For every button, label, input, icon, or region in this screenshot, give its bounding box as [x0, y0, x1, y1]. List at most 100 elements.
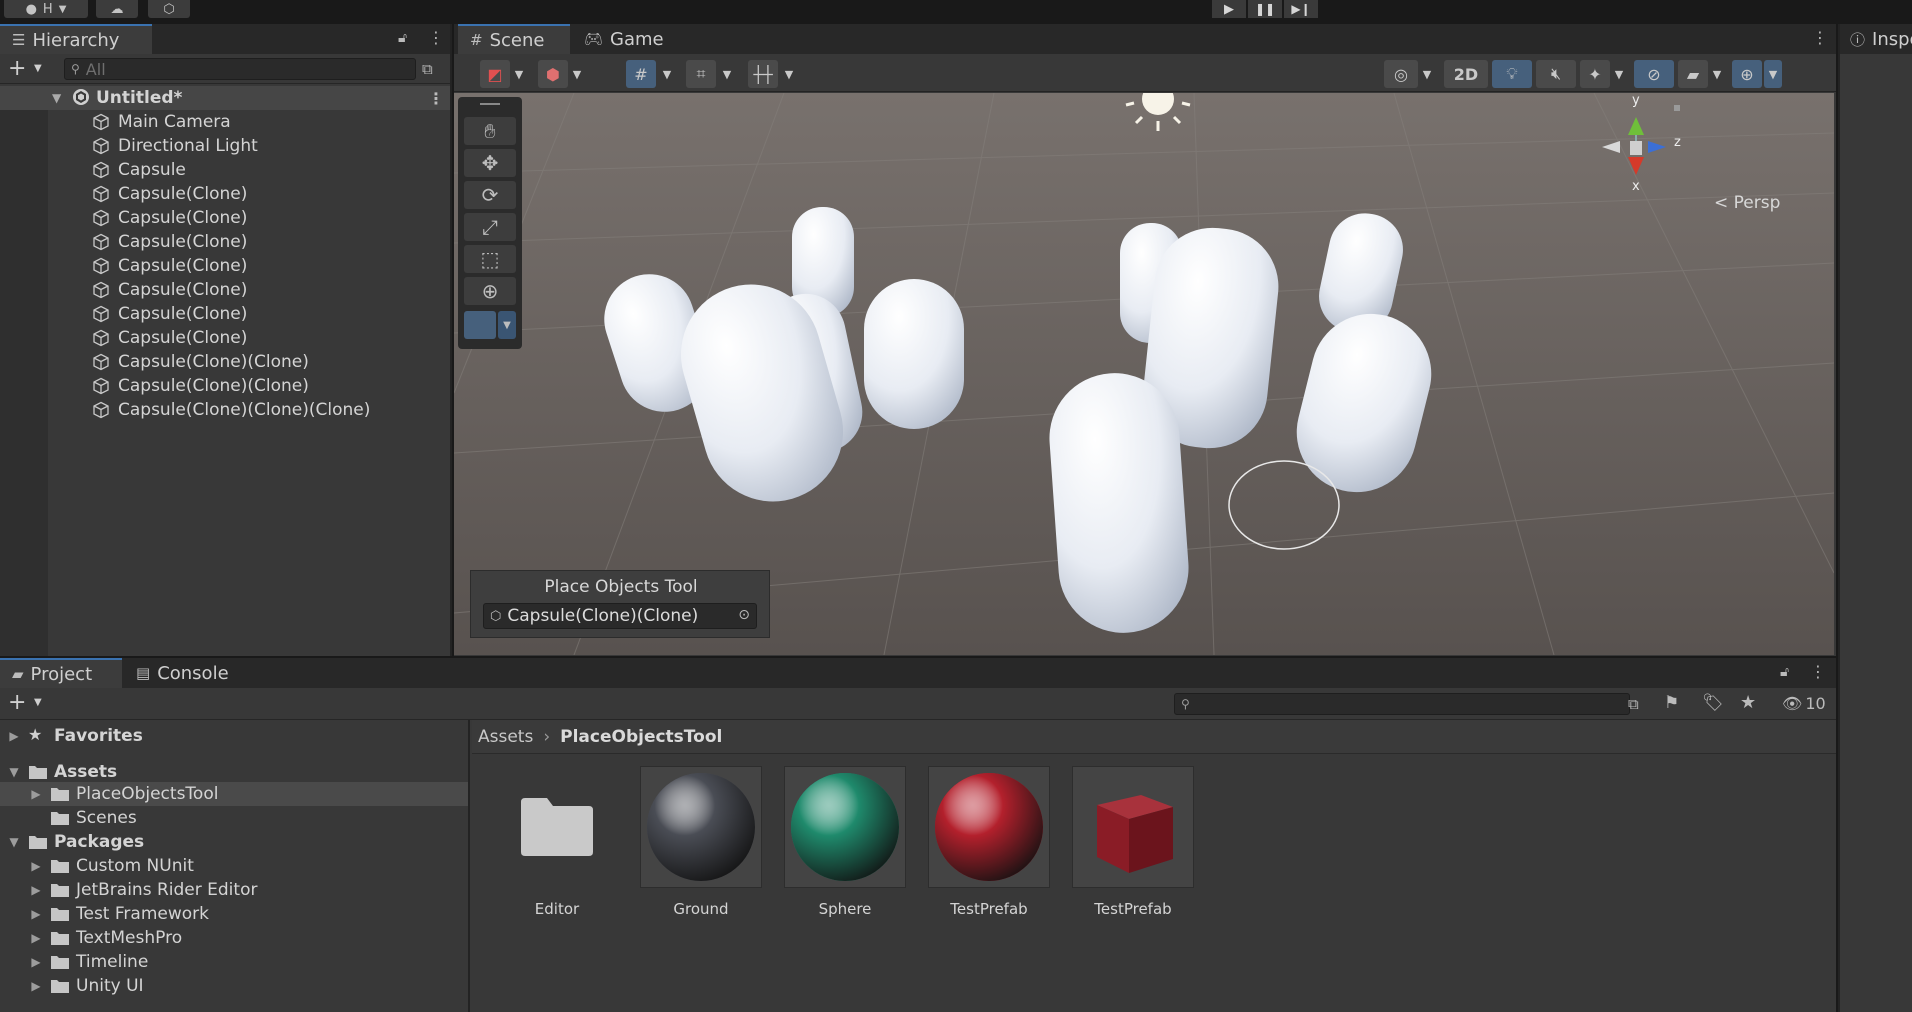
object-picker-icon[interactable]: ⊙ — [738, 607, 750, 623]
tab-console[interactable]: ▤ Console — [124, 658, 248, 688]
lock-icon[interactable]: 🔓︎ — [398, 30, 407, 46]
hand-tool-button[interactable]: ✋︎ — [464, 117, 516, 145]
expand-arrow-icon[interactable]: ▼ — [52, 91, 61, 105]
effects-button[interactable]: ✦ — [1580, 60, 1610, 88]
cloud-button[interactable]: ☁ — [96, 0, 138, 18]
step-button[interactable]: ▶❙ — [1284, 0, 1318, 18]
hierarchy-item[interactable]: Capsule — [0, 158, 450, 182]
tree-item[interactable]: ▼ Packages — [0, 830, 468, 854]
hierarchy-item[interactable]: Main Camera — [0, 110, 450, 134]
hierarchy-item[interactable]: Capsule(Clone) — [0, 278, 450, 302]
tree-item[interactable]: ▶ Unity UI — [0, 974, 468, 998]
tree-item[interactable]: ▶ TextMeshPro — [0, 926, 468, 950]
orientation-gizmo[interactable]: y z x — [1594, 93, 1714, 213]
hierarchy-item[interactable]: Capsule(Clone)(Clone) — [0, 350, 450, 374]
account-button[interactable]: ● H ▼ — [4, 0, 88, 18]
collab-button[interactable]: ⬡ — [148, 0, 190, 18]
scale-tool-button[interactable]: ⤢ — [464, 213, 516, 241]
ruler-button[interactable]: ┼┼ — [748, 60, 778, 88]
collapsed-arrow-icon[interactable]: ▶ — [6, 729, 22, 743]
favorite-star-icon[interactable]: ★ — [1740, 692, 1756, 713]
drag-handle[interactable] — [480, 103, 500, 105]
shading-button[interactable]: ◎ — [1384, 60, 1418, 88]
project-search-input[interactable]: ⚲ — [1174, 693, 1630, 715]
tree-item[interactable]: ▼ Assets — [0, 760, 468, 784]
collapsed-arrow-icon[interactable]: ▶ — [28, 859, 44, 873]
render-mode-button[interactable]: ⬢ — [538, 60, 568, 88]
more-options-icon[interactable]: ⋮ — [1810, 662, 1826, 681]
search-by-type-icon[interactable]: ⧉ — [422, 60, 433, 78]
tree-item[interactable]: ▶ JetBrains Rider Editor — [0, 878, 468, 902]
asset-tile[interactable]: Ground — [640, 766, 762, 918]
hierarchy-item[interactable]: Capsule(Clone) — [0, 182, 450, 206]
add-icon[interactable]: + — [8, 56, 26, 81]
grid-snapping-dropdown[interactable]: ▼ — [658, 60, 676, 88]
lighting-button[interactable]: 💡︎ — [1492, 60, 1532, 88]
toggle-2d-button[interactable]: 2D — [1444, 60, 1488, 88]
filter-by-label-icon[interactable]: 🏷︎ — [1702, 693, 1724, 713]
move-tool-button[interactable]: ✥ — [464, 149, 516, 177]
audio-button[interactable]: 🔇︎ — [1536, 60, 1576, 88]
more-options-icon[interactable]: ⋮ — [1812, 28, 1828, 47]
asset-tile[interactable]: TestPrefab — [1072, 766, 1194, 918]
tab-hierarchy[interactable]: ☰ Hierarchy — [0, 24, 152, 54]
pause-button[interactable]: ❚❚ — [1248, 0, 1282, 18]
collapsed-arrow-icon[interactable]: ▶ — [28, 787, 44, 801]
shading-dropdown[interactable]: ▼ — [1418, 60, 1436, 88]
projection-toggle[interactable]: < Persp — [1714, 193, 1780, 213]
tree-item[interactable]: ▶ ★ Favorites — [0, 724, 468, 748]
tab-game[interactable]: 🎮︎ Game — [572, 24, 672, 54]
gizmos-dropdown[interactable]: ▼ — [1764, 60, 1782, 88]
tree-item[interactable]: ▶ Timeline — [0, 950, 468, 974]
asset-tile[interactable]: TestPrefab — [928, 766, 1050, 918]
ruler-dropdown[interactable]: ▼ — [780, 60, 798, 88]
custom-tool-button[interactable] — [464, 311, 496, 339]
grid-snapping-button[interactable]: # — [626, 60, 656, 88]
tree-item[interactable]: ▶ PlaceObjectsTool — [0, 782, 468, 806]
object-field[interactable]: ⬡ Capsule(Clone)(Clone) ⊙ — [483, 603, 757, 629]
hierarchy-item[interactable]: Capsule(Clone) — [0, 254, 450, 278]
custom-tool-dropdown[interactable]: ▼ — [498, 311, 516, 339]
chevron-down-icon[interactable]: ▼ — [34, 63, 42, 74]
tab-project[interactable]: ▰ Project — [0, 658, 122, 688]
more-options-icon[interactable]: ⋮ — [428, 28, 444, 47]
play-button[interactable]: ▶ — [1212, 0, 1246, 18]
asset-tile[interactable]: Sphere — [784, 766, 906, 918]
increment-snap-button[interactable]: ⌗ — [686, 60, 716, 88]
hidden-packages-toggle[interactable]: 👁︎ 10 — [1782, 694, 1826, 713]
scene-menu-icon[interactable]: ⋮ — [428, 89, 444, 108]
hierarchy-search-input[interactable]: ⚲ All — [64, 58, 416, 80]
transform-tool-button[interactable]: ⊕ — [464, 277, 516, 305]
collapsed-arrow-icon[interactable]: ▶ — [28, 955, 44, 969]
collapsed-arrow-icon[interactable]: ▶ — [28, 907, 44, 921]
tree-item[interactable]: Scenes — [0, 806, 468, 830]
collapsed-arrow-icon[interactable]: ▶ — [28, 883, 44, 897]
tab-scene[interactable]: # Scene — [458, 24, 570, 54]
collapsed-arrow-icon[interactable]: ▶ — [28, 979, 44, 993]
effects-dropdown[interactable]: ▼ — [1610, 60, 1628, 88]
gizmos-button[interactable]: ⊕ — [1732, 60, 1762, 88]
expanded-arrow-icon[interactable]: ▼ — [6, 835, 22, 849]
tree-item[interactable]: ▶ Test Framework — [0, 902, 468, 926]
camera-button[interactable]: ▰ — [1678, 60, 1708, 88]
expanded-arrow-icon[interactable]: ▼ — [6, 765, 22, 779]
draw-mode-dropdown[interactable]: ▼ — [510, 60, 528, 88]
hierarchy-item[interactable]: Capsule(Clone)(Clone) — [0, 374, 450, 398]
search-by-type-icon[interactable]: ⧉ — [1628, 695, 1639, 713]
hierarchy-item[interactable]: Capsule(Clone) — [0, 230, 450, 254]
collapsed-arrow-icon[interactable]: ▶ — [28, 931, 44, 945]
render-mode-dropdown[interactable]: ▼ — [568, 60, 586, 88]
chevron-down-icon[interactable]: ▼ — [34, 697, 42, 708]
tree-item[interactable]: ▶ Custom NUnit — [0, 854, 468, 878]
rect-tool-button[interactable]: ⬚ — [464, 245, 516, 273]
breadcrumb-item-current[interactable]: PlaceObjectsTool — [560, 727, 722, 747]
scene-visibility-button[interactable]: ⊘ — [1634, 60, 1674, 88]
asset-tile[interactable]: Editor — [496, 766, 618, 918]
rotate-tool-button[interactable]: ⟳ — [464, 181, 516, 209]
hierarchy-item[interactable]: Capsule(Clone) — [0, 206, 450, 230]
camera-dropdown[interactable]: ▼ — [1708, 60, 1726, 88]
hierarchy-item[interactable]: Capsule(Clone)(Clone)(Clone) — [0, 398, 450, 422]
hierarchy-item[interactable]: Capsule(Clone) — [0, 326, 450, 350]
add-icon[interactable]: + — [8, 690, 26, 715]
draw-mode-button[interactable]: ◩ — [480, 60, 510, 88]
